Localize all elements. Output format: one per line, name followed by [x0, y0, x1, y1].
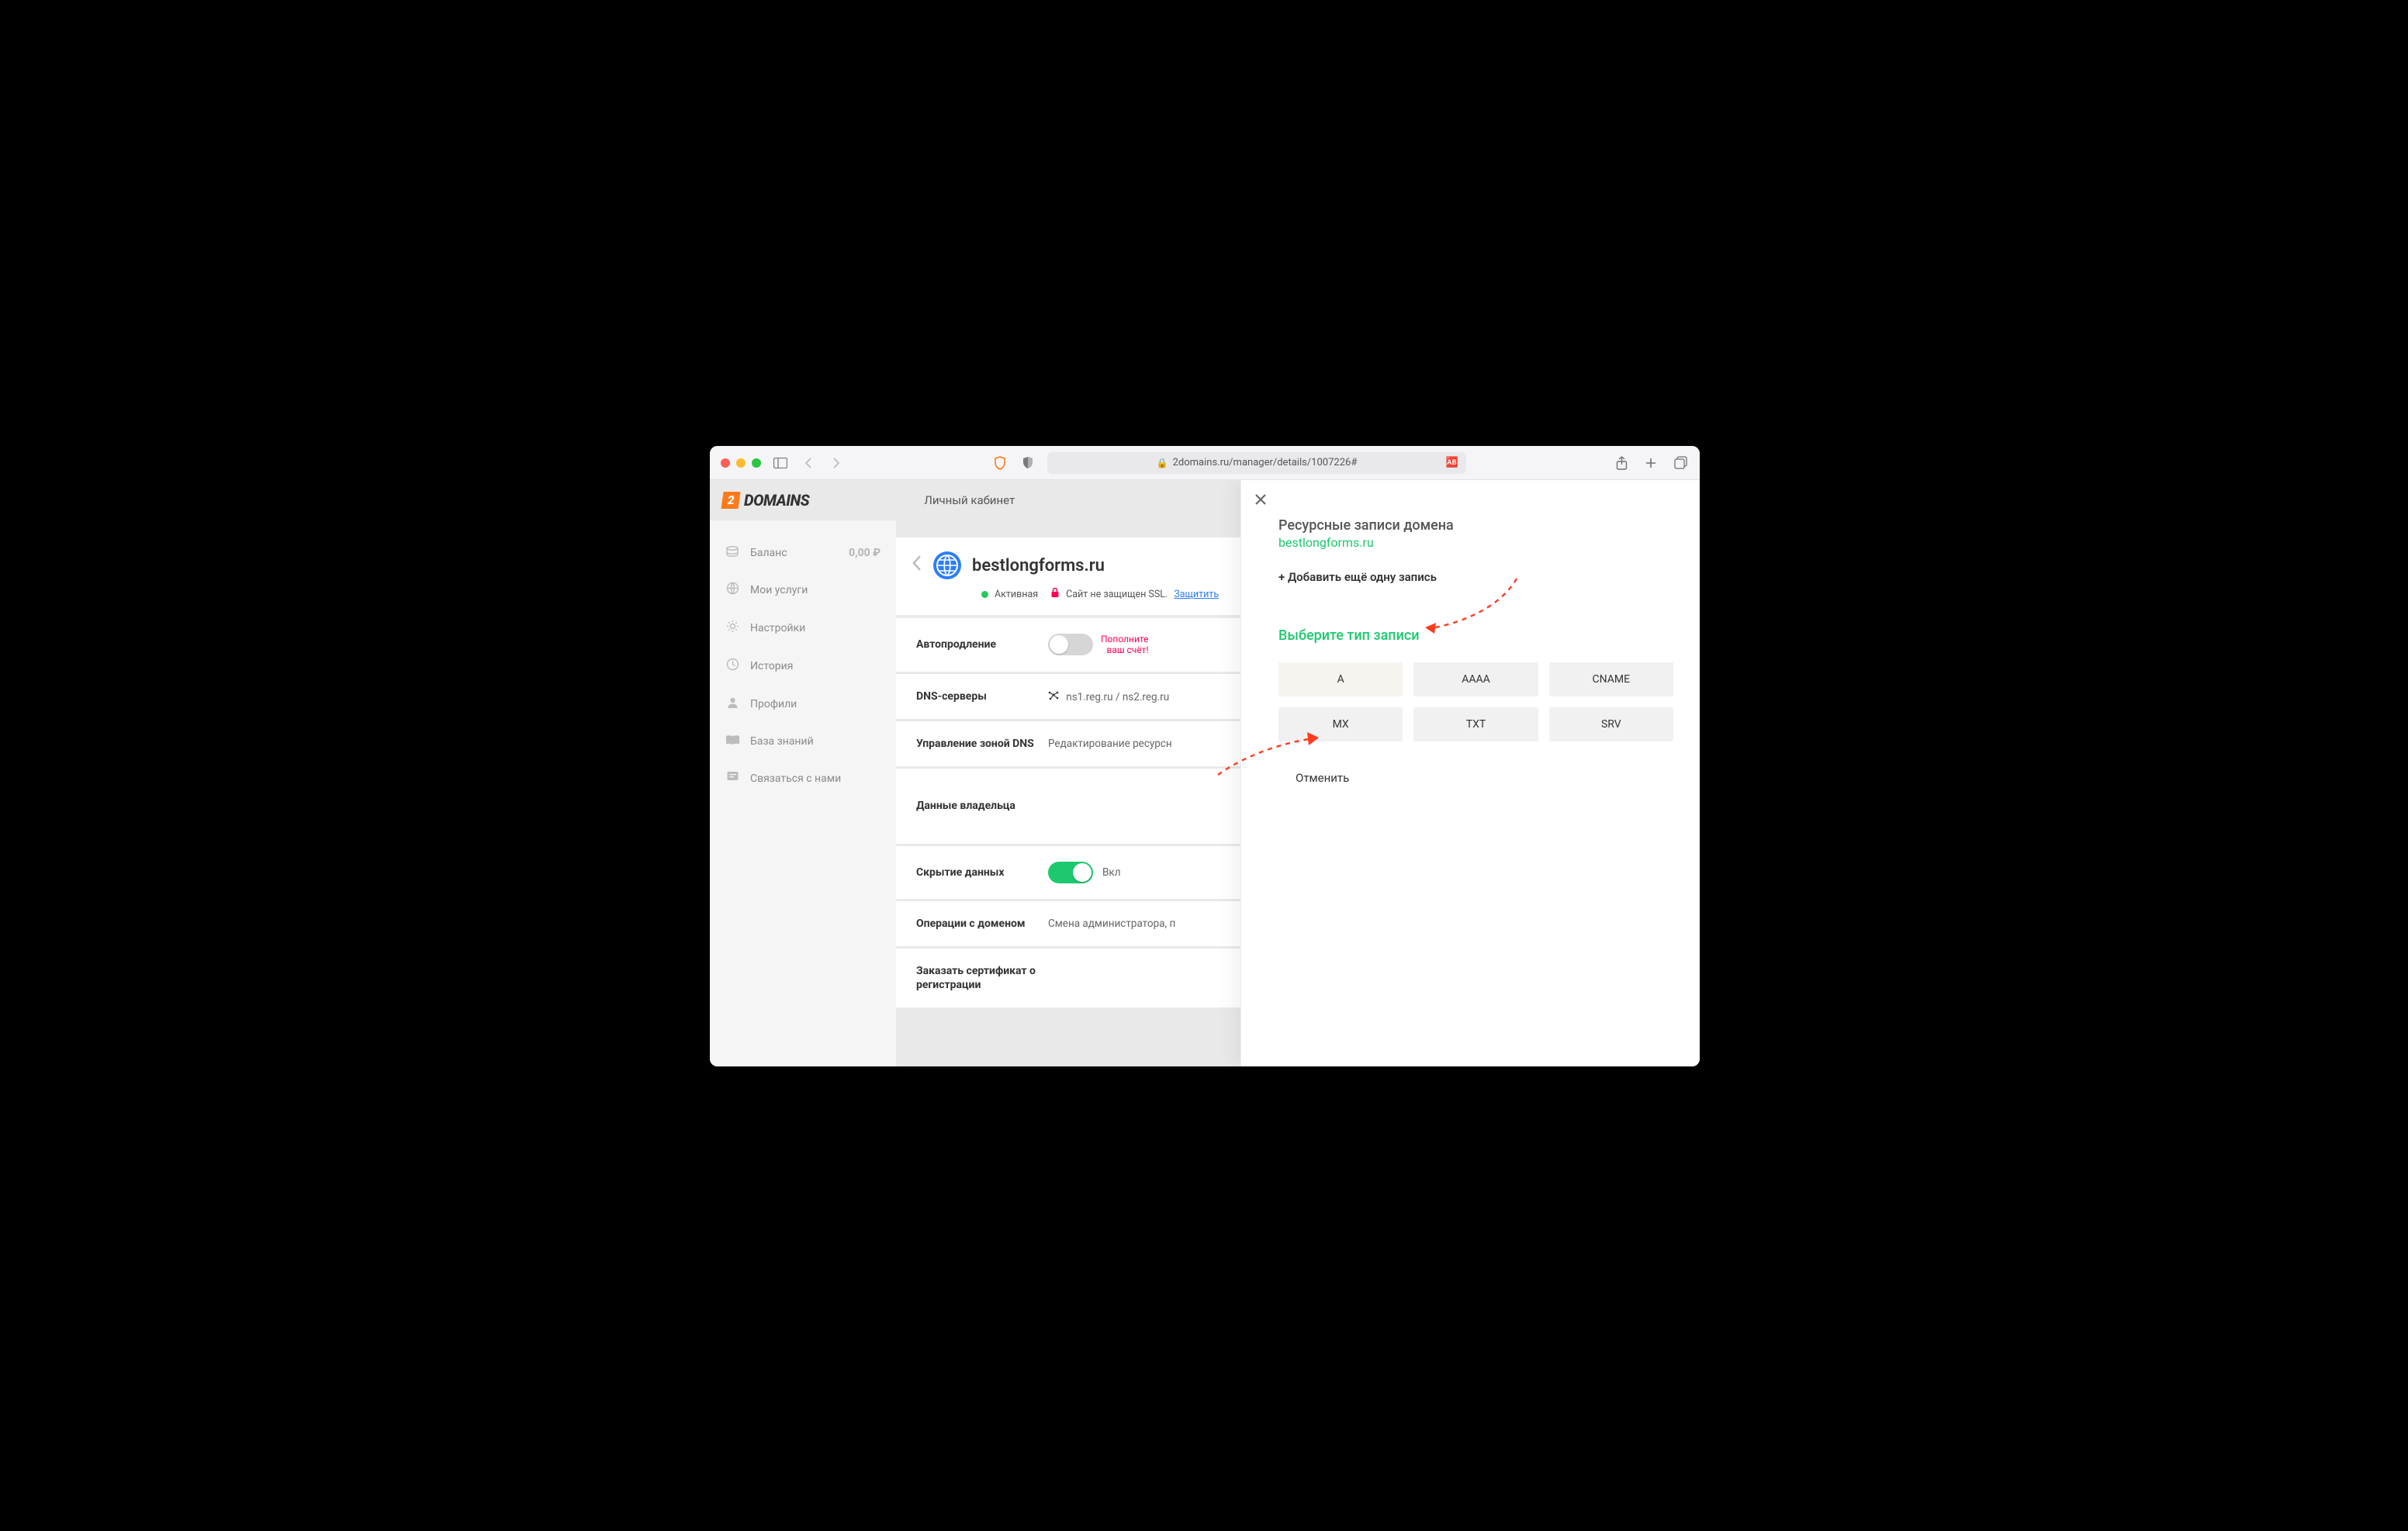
drawer-title: Ресурсные записи домена: [1278, 517, 1673, 534]
sidebar-item-history[interactable]: История: [710, 647, 896, 685]
ssl-text: Сайт не защищен SSL.: [1066, 589, 1168, 600]
user-icon: [725, 696, 739, 712]
choose-type-title: Выберите тип записи: [1278, 627, 1673, 644]
record-type-srv[interactable]: SRV: [1549, 707, 1673, 741]
browser-toolbar: 🔒 2domains.ru/manager/details/1007226# 🆎: [710, 446, 1700, 480]
translate-icon[interactable]: 🆎: [1446, 457, 1458, 468]
status-text: Активная: [995, 589, 1038, 600]
gear-icon: [725, 620, 739, 636]
record-type-a[interactable]: A: [1278, 662, 1403, 696]
adblock-shield-icon[interactable]: [991, 454, 1009, 472]
clock-icon: [725, 658, 739, 674]
sidebar-item-balance[interactable]: Баланс 0,00 ₽: [710, 534, 896, 571]
sidebar: Баланс 0,00 ₽ Мои услуги Настройки: [710, 520, 896, 1066]
window-minimize[interactable]: [736, 458, 746, 468]
chat-icon: [725, 770, 739, 786]
topup-alert[interactable]: Пополните ваш счёт!: [1101, 634, 1149, 656]
hide-toggle[interactable]: [1048, 862, 1093, 883]
record-type-cname[interactable]: CNAME: [1549, 662, 1673, 696]
share-icon[interactable]: [1613, 454, 1630, 472]
card-label: Управление зоной DNS: [916, 737, 1048, 751]
sidebar-label: Баланс: [750, 547, 787, 559]
window-zoom[interactable]: [752, 458, 761, 468]
domain-name: bestlongforms.ru: [972, 556, 1105, 575]
app-frame: 2 DOMAINS Личный кабинет Баланс 0,00 ₽: [710, 480, 1700, 1066]
domain-globe-icon: [933, 551, 961, 579]
autorenew-toggle[interactable]: [1048, 634, 1093, 655]
privacy-shield-icon[interactable]: [1019, 454, 1036, 472]
record-type-aaaa[interactable]: AAAA: [1413, 662, 1538, 696]
sidebar-label: Связаться с нами: [750, 772, 841, 785]
nav-forward-icon[interactable]: [828, 454, 845, 472]
card-label: Автопродление: [916, 638, 1048, 651]
sidebar-item-profiles[interactable]: Профили: [710, 685, 896, 723]
address-bar[interactable]: 🔒 2domains.ru/manager/details/1007226# 🆎: [1047, 452, 1466, 474]
sidebar-label: Настройки: [750, 622, 805, 634]
card-label: Операции с доменом: [916, 917, 1048, 931]
add-record-link[interactable]: + Добавить ещё одну запись: [1278, 570, 1437, 584]
book-icon: [725, 734, 739, 748]
sidebar-item-kb[interactable]: База знаний: [710, 723, 896, 759]
window-close[interactable]: [721, 458, 730, 468]
logo-text: DOMAINS: [744, 491, 809, 510]
sidebar-toggle-icon[interactable]: [772, 454, 789, 472]
drawer-domain: bestlongforms.ru: [1278, 535, 1673, 550]
network-icon: [1048, 692, 1061, 703]
sidebar-label: База знаний: [750, 735, 814, 748]
status-dot-icon: [981, 591, 988, 598]
card-label: Скрытие данных: [916, 866, 1048, 880]
cabinet-title: Личный кабинет: [924, 493, 1015, 507]
dns-servers: ns1.reg.ru / ns2.reg.ru: [1066, 691, 1169, 703]
logo[interactable]: 2 DOMAINS: [722, 491, 809, 510]
sidebar-label: Профили: [750, 698, 797, 710]
card-label: Заказать сертификат о регистрации: [916, 964, 1048, 992]
new-tab-icon[interactable]: [1642, 454, 1659, 472]
records-drawer: Ресурсные записи домена bestlongforms.ru…: [1240, 480, 1700, 1066]
sidebar-item-contact[interactable]: Связаться с нами: [710, 759, 896, 797]
close-icon[interactable]: [1254, 492, 1268, 511]
sidebar-item-settings[interactable]: Настройки: [710, 609, 896, 647]
record-type-txt[interactable]: TXT: [1413, 707, 1538, 741]
hide-status: Вкл: [1102, 866, 1121, 879]
browser-window: 🔒 2domains.ru/manager/details/1007226# 🆎: [710, 446, 1700, 1066]
nav-back-icon[interactable]: [800, 454, 817, 472]
lock-icon: 🔒: [1157, 458, 1168, 468]
logo-mark: 2: [721, 492, 740, 509]
balance-amount: 0,00 ₽: [849, 547, 881, 559]
back-chevron-icon[interactable]: [912, 555, 922, 576]
record-type-grid: A AAAA CNAME MX TXT SRV: [1278, 662, 1673, 741]
cancel-button[interactable]: Отменить: [1278, 765, 1366, 791]
ssl-lock-icon: [1050, 587, 1060, 601]
card-label: DNS-серверы: [916, 689, 1048, 703]
sidebar-item-services[interactable]: Мои услуги: [710, 571, 896, 609]
url-text: 2domains.ru/manager/details/1007226#: [1173, 457, 1358, 468]
coins-icon: [725, 545, 739, 560]
globe-icon: [725, 582, 739, 598]
traffic-lights: [721, 458, 761, 468]
sidebar-label: История: [750, 660, 793, 672]
record-type-mx[interactable]: MX: [1278, 707, 1403, 741]
ssl-protect-link[interactable]: Защитить: [1174, 589, 1219, 600]
tabs-overview-icon[interactable]: [1672, 454, 1689, 472]
sidebar-label: Мои услуги: [750, 584, 808, 596]
card-label: Данные владельца: [916, 799, 1048, 813]
